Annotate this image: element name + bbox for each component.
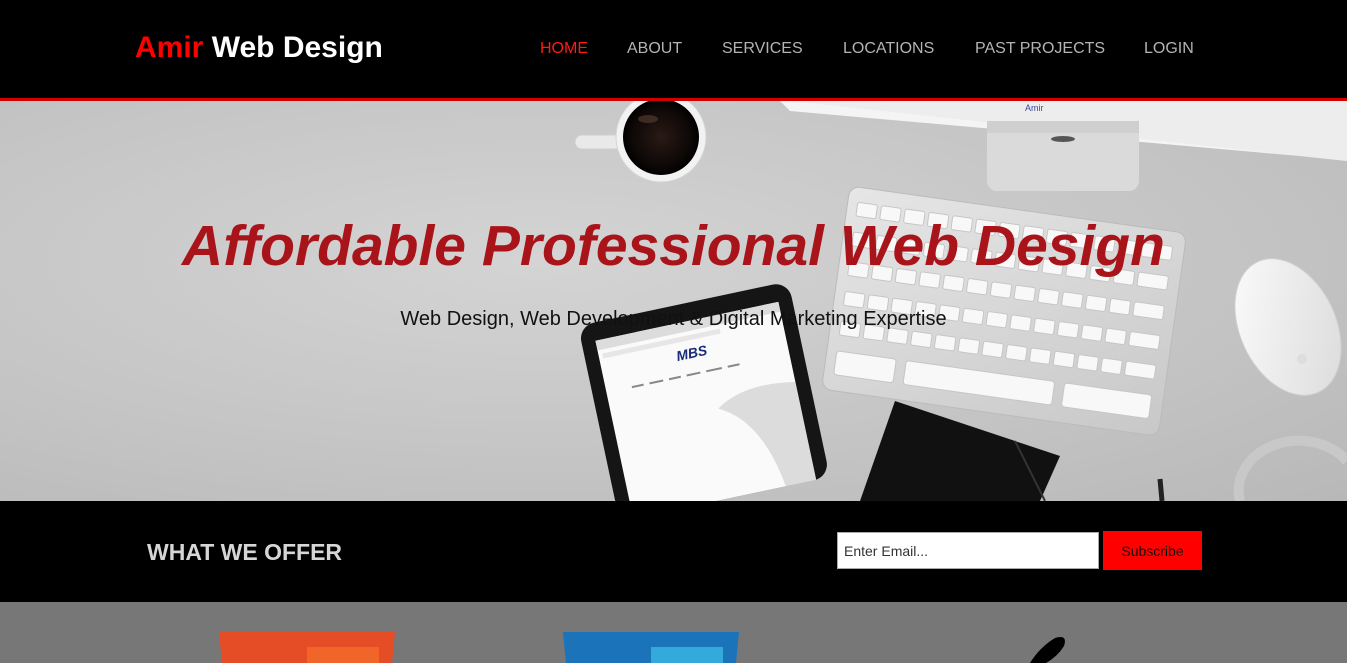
offer-title: WHAT WE OFFER	[147, 539, 343, 565]
headphones-icon	[1233, 435, 1347, 501]
nav-past-projects[interactable]: PAST PROJECTS	[975, 40, 1105, 58]
css3-icon	[563, 632, 739, 663]
nav-locations[interactable]: LOCATIONS	[843, 40, 934, 58]
hero-section: Amir MBS Affordable Professional Web Des…	[0, 101, 1347, 501]
email-input[interactable]	[837, 532, 1099, 569]
pen-icon	[1157, 478, 1165, 501]
nav-home[interactable]: HOME	[540, 40, 588, 58]
main-nav: HOME ABOUT SERVICES LOCATIONS PAST PROJE…	[0, 40, 1347, 60]
site-header: Amir Web Design HOME ABOUT SERVICES LOCA…	[0, 0, 1347, 101]
hero-title: Affordable Professional Web Design	[182, 214, 1165, 278]
nav-login[interactable]: LOGIN	[1144, 40, 1194, 58]
hero-desk-illustration: Amir MBS	[574, 101, 1347, 501]
coffee-cup-icon	[574, 101, 707, 183]
svg-text:Amir: Amir	[1025, 103, 1044, 113]
services-icons	[219, 632, 1065, 663]
monitor-icon: Amir	[780, 101, 1347, 191]
services-section	[0, 602, 1347, 663]
hero-subtitle: Web Design, Web Development & Digital Ma…	[400, 308, 947, 330]
nav-about[interactable]: ABOUT	[627, 40, 682, 58]
offer-bar: WHAT WE OFFER Subscribe	[0, 501, 1347, 602]
nav-services[interactable]: SERVICES	[722, 40, 803, 58]
subscribe-button[interactable]: Subscribe	[1103, 531, 1202, 570]
html5-icon	[219, 632, 395, 663]
pen-icon	[1030, 637, 1065, 663]
